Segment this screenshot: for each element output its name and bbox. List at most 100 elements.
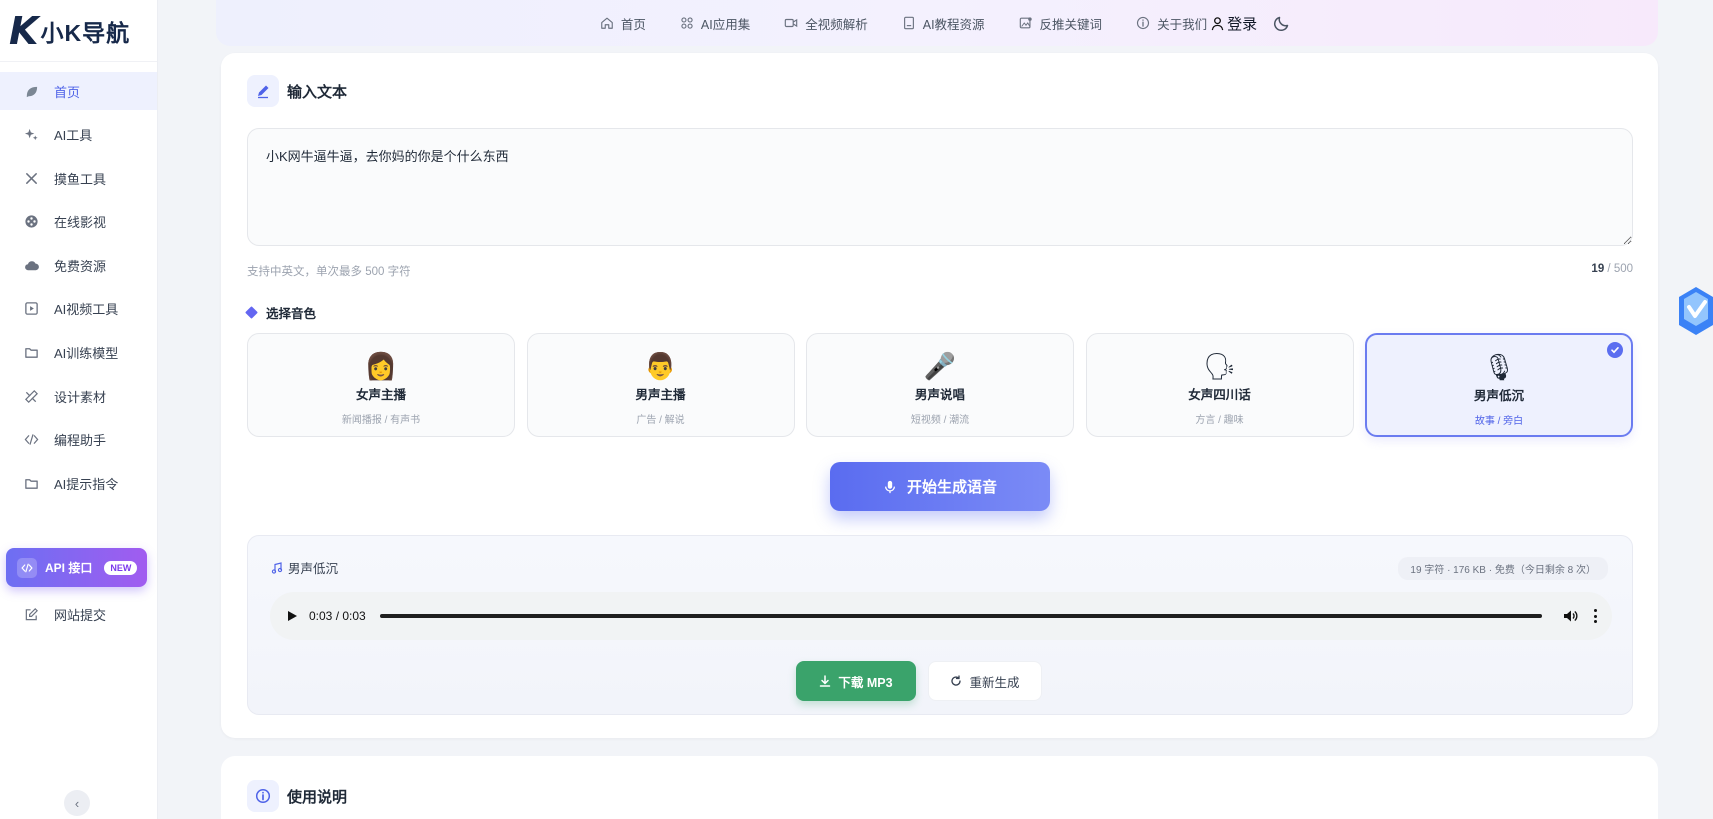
topnav-label: 全视频解析 bbox=[805, 17, 868, 32]
audio-player: 0:03 / 0:03 bbox=[270, 592, 1612, 640]
sidebar-item-design-assets[interactable]: 设计素材 bbox=[0, 377, 157, 415]
sidebar-item-online-video[interactable]: 在线影视 bbox=[0, 203, 157, 241]
topnav-label: 反推关键词 bbox=[1039, 17, 1103, 32]
man-icon: 👨 bbox=[644, 351, 677, 381]
sidebar-item-label: AI工具 bbox=[54, 128, 93, 144]
check-icon bbox=[1607, 342, 1623, 358]
topnav-item-reverse-keywords[interactable]: 反推关键词 bbox=[1019, 14, 1103, 33]
voice-name: 男声低沉 bbox=[1473, 389, 1524, 403]
text-input[interactable]: 小K网牛逼牛逼，去你妈的你是个什么东西 bbox=[247, 128, 1633, 246]
sidebar-item-slack-tools[interactable]: 摸鱼工具 bbox=[0, 159, 157, 197]
sidebar-item-label: AI视频工具 bbox=[54, 302, 119, 318]
api-label: API 接口 bbox=[45, 561, 93, 575]
woman-icon: 👩 bbox=[364, 351, 398, 381]
page-scrollbar[interactable] bbox=[1700, 50, 1713, 819]
volume-icon[interactable] bbox=[1562, 608, 1578, 624]
login-label: 登录 bbox=[1227, 15, 1258, 33]
music-note-icon bbox=[271, 561, 283, 574]
cloud-icon bbox=[22, 256, 40, 274]
voice-options: 👩 女声主播 新闻播报 / 有声书 👨 男声主播 广告 / 解说 🎤 男声说唱 … bbox=[247, 333, 1633, 437]
sidebar-item-ai-training-models[interactable]: AI训练模型 bbox=[0, 334, 157, 372]
user-icon bbox=[1211, 16, 1224, 30]
generate-label: 开始生成语音 bbox=[906, 479, 997, 496]
folder-icon bbox=[22, 474, 40, 492]
voice-desc: 故事 / 旁白 bbox=[1474, 416, 1524, 427]
char-count: 19 bbox=[1591, 263, 1605, 275]
input-hint: 支持中英文，单次最多 500 字符 bbox=[247, 266, 411, 278]
topnav-label: 关于我们 bbox=[1157, 17, 1208, 32]
download-mp3-button[interactable]: 下载 MP3 bbox=[796, 661, 916, 701]
more-options-icon[interactable] bbox=[1594, 609, 1598, 623]
voice-option-male-rap[interactable]: 🎤 男声说唱 短视频 / 潮流 bbox=[806, 333, 1074, 437]
top-nav: 首页 AI应用集 全视频解析 AI教程资源 反推关键词 关于我们 登录 bbox=[216, 0, 1658, 46]
floating-shield-icon[interactable] bbox=[1676, 285, 1713, 337]
folder-icon bbox=[22, 344, 40, 362]
sidebar-item-submit-site[interactable]: 网站提交 bbox=[0, 595, 158, 633]
sidebar-item-label: AI提示指令 bbox=[54, 476, 119, 492]
sidebar-item-coding-assistant[interactable]: 编程助手 bbox=[0, 421, 157, 459]
topnav-item-ai-apps[interactable]: AI应用集 bbox=[680, 14, 750, 33]
topnav-label: AI教程资源 bbox=[922, 17, 985, 32]
voice-option-male-deep[interactable]: 🎙 男声低沉 故事 / 旁白 bbox=[1365, 333, 1633, 437]
sidebar-item-label: 摸鱼工具 bbox=[54, 171, 107, 187]
sidebar: K 小K导航 首页 AI工具 摸鱼工具 在线影视 免费资源 AI视频工具 AI训… bbox=[0, 0, 158, 819]
topnav-item-home[interactable]: 首页 bbox=[600, 14, 646, 33]
voice-option-male-anchor[interactable]: 👨 男声主播 广告 / 解说 bbox=[526, 333, 795, 437]
topnav-label: AI应用集 bbox=[700, 17, 751, 32]
voice-desc: 短视频 / 潮流 bbox=[910, 415, 970, 426]
new-badge: NEW bbox=[104, 560, 138, 575]
download-label: 下载 MP3 bbox=[838, 675, 893, 690]
sidebar-item-label: AI训练模型 bbox=[54, 346, 119, 362]
code-icon bbox=[17, 557, 37, 578]
result-meta: 19 字符 · 176 KB · 免费（今日剩余 8 次） bbox=[1398, 557, 1608, 580]
sidebar-item-ai-tools[interactable]: AI工具 bbox=[0, 116, 157, 154]
instructions-header: 使用说明 bbox=[247, 780, 347, 812]
design-tools-icon bbox=[22, 387, 40, 405]
sidebar-nav: 首页 AI工具 摸鱼工具 在线影视 免费资源 AI视频工具 AI训练模型 设计素… bbox=[0, 62, 157, 502]
microphone-icon bbox=[884, 480, 896, 493]
topnav-item-ai-tutorials[interactable]: AI教程资源 bbox=[902, 14, 985, 33]
pencil-icon bbox=[247, 75, 279, 107]
sidebar-item-ai-video-tools[interactable]: AI视频工具 bbox=[0, 290, 157, 328]
sidebar-item-ai-prompts[interactable]: AI提示指令 bbox=[0, 464, 157, 502]
topnav-item-video-parse[interactable]: 全视频解析 bbox=[784, 14, 868, 33]
refresh-icon bbox=[951, 675, 962, 686]
logo-text: 小K导航 bbox=[40, 19, 131, 46]
tts-card: 输入文本 小K网牛逼牛逼，去你妈的你是个什么东西 支持中英文，单次最多 500 … bbox=[221, 53, 1658, 738]
tools-icon bbox=[22, 169, 40, 187]
brand-logo[interactable]: K 小K导航 bbox=[0, 0, 157, 62]
sidebar-item-home[interactable]: 首页 bbox=[0, 72, 157, 110]
char-counter: 19 / 500 bbox=[1591, 263, 1633, 275]
api-button[interactable]: API 接口 NEW bbox=[6, 548, 147, 587]
code-icon bbox=[22, 431, 40, 449]
regenerate-button[interactable]: 重新生成 bbox=[928, 661, 1042, 701]
sidebar-item-label: 网站提交 bbox=[54, 607, 107, 623]
voice-section-header: 选择音色 bbox=[245, 303, 316, 322]
login-button[interactable]: 登录 bbox=[1210, 13, 1257, 34]
result-title: 男声低沉 bbox=[271, 558, 338, 577]
topnav-label: 首页 bbox=[620, 17, 646, 32]
regenerate-label: 重新生成 bbox=[969, 675, 1020, 690]
dark-mode-toggle-icon[interactable] bbox=[1273, 14, 1291, 32]
sidebar-item-free-resources[interactable]: 免费资源 bbox=[0, 246, 157, 284]
video-icon bbox=[784, 16, 798, 30]
info-icon bbox=[1136, 16, 1150, 30]
topnav-item-about[interactable]: 关于我们 bbox=[1136, 14, 1207, 33]
download-icon bbox=[820, 675, 831, 687]
instructions-card: 使用说明 bbox=[221, 756, 1658, 819]
voice-option-female-anchor[interactable]: 👩 女声主播 新闻播报 / 有声书 bbox=[247, 333, 515, 437]
voice-desc: 新闻播报 / 有声书 bbox=[341, 415, 421, 426]
voice-option-female-sichuan[interactable]: 🗣 女声四川话 方言 / 趣味 bbox=[1085, 333, 1354, 437]
microphone-icon: 🎤 bbox=[923, 351, 957, 381]
generate-speech-button[interactable]: 开始生成语音 bbox=[830, 462, 1050, 511]
voice-desc: 方言 / 趣味 bbox=[1195, 415, 1244, 426]
book-icon bbox=[902, 16, 916, 30]
home-icon bbox=[600, 16, 614, 30]
sidebar-item-label: 首页 bbox=[54, 84, 81, 100]
sidebar-collapse-button[interactable]: ‹ bbox=[64, 790, 90, 816]
leaf-icon bbox=[22, 82, 40, 100]
voice-desc: 广告 / 解说 bbox=[636, 415, 685, 426]
voice-name: 男声主播 bbox=[635, 388, 686, 402]
audio-progress-track[interactable] bbox=[379, 614, 1542, 618]
play-icon[interactable] bbox=[288, 611, 297, 621]
